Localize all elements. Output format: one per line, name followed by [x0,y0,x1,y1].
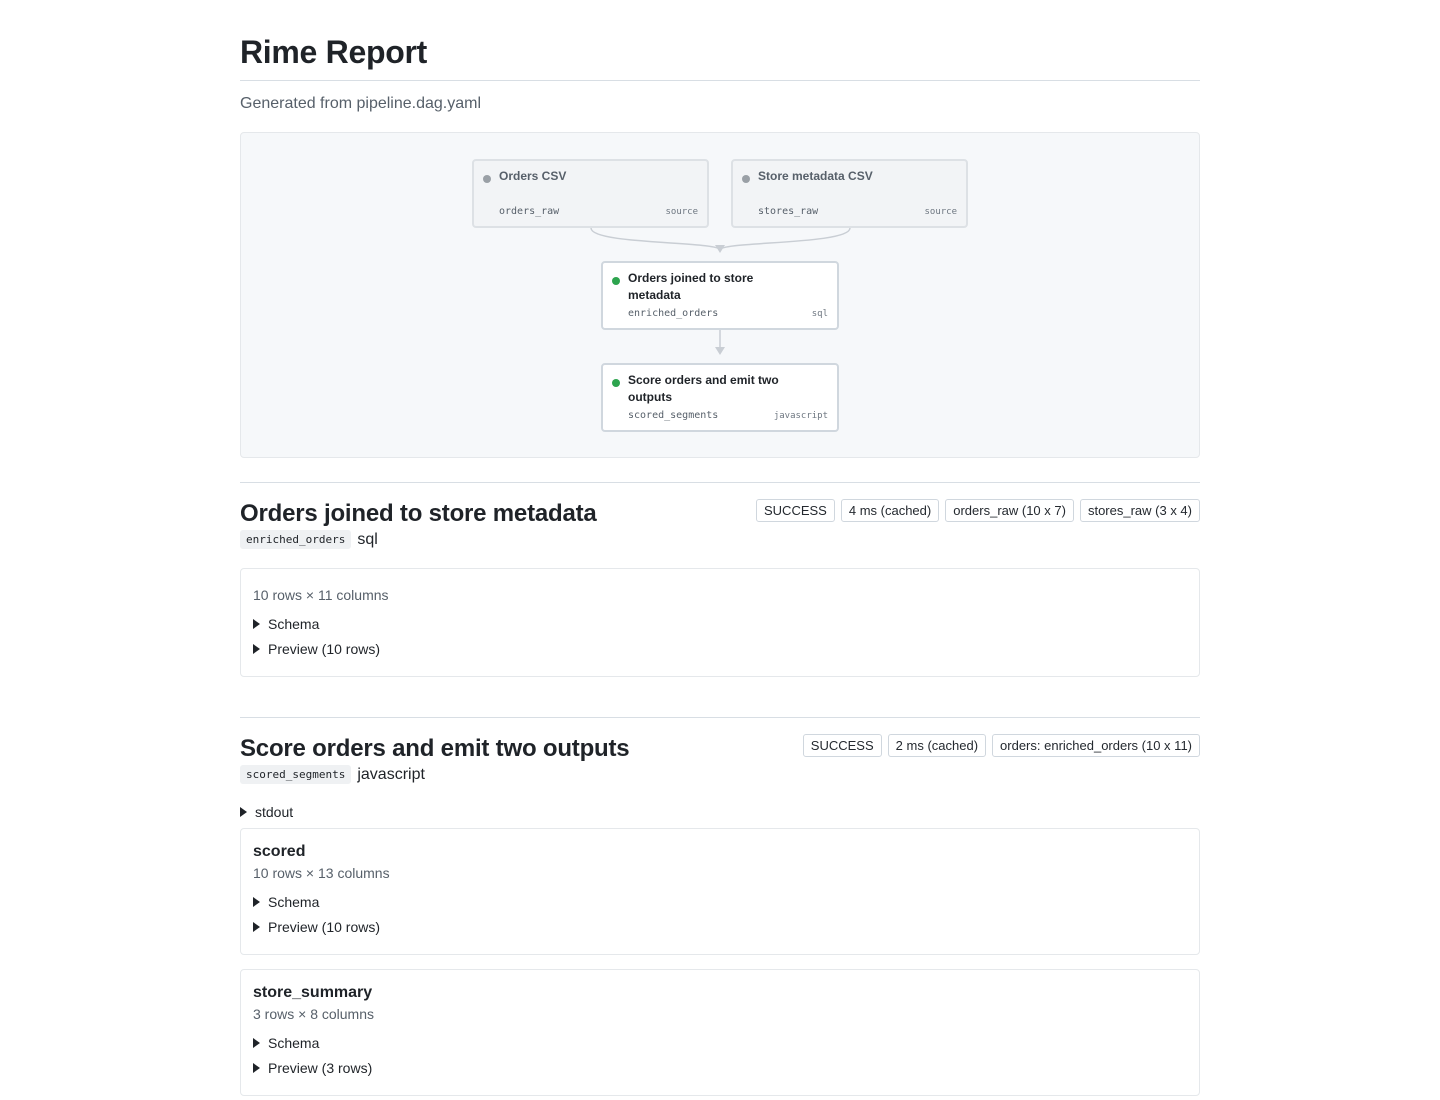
input-badge: orders: enriched_orders (10 x 11) [992,734,1200,757]
schema-toggle[interactable]: Schema [253,893,319,911]
output-name: store_summary [253,984,373,1001]
step-badges: SUCCESS 4 ms (cached) orders_raw (10 x 7… [756,499,1200,522]
node-label: Score orders and emit two outputs [628,373,779,404]
node-kind: javascript [773,411,828,421]
dag-diagram: Orders CSV orders_raw source Store metad… [240,132,1200,458]
node-label: Orders joined to store metadata [628,271,754,302]
schema-label: Schema [268,1035,320,1051]
preview-label: Preview (3 rows) [268,1060,373,1076]
edge-stores-to-enriched [719,227,851,251]
caret-right-icon [253,644,260,654]
dag-node-enriched-orders[interactable]: Orders joined to store metadata enriched… [601,261,839,330]
output-name: scored [253,843,306,860]
node-kind: source [665,207,698,217]
node-id: enriched_orders [628,308,719,319]
step-kind: javascript [357,765,425,783]
page-subtitle: Generated from pipeline.dag.yaml [240,95,482,112]
stdout-toggle[interactable]: stdout [240,803,293,821]
step-meta: scored_segments javascript [240,765,425,784]
timing-badge: 4 ms (cached) [840,499,940,522]
caret-right-icon [253,1063,260,1073]
caret-right-icon [240,807,247,817]
status-dot-icon [612,379,620,387]
dag-node-scored-segments[interactable]: Score orders and emit two outputs scored… [601,363,839,432]
preview-label: Preview (10 rows) [268,641,381,657]
output-shape: 10 rows × 11 columns [253,587,389,603]
output-card-scored: scored 10 rows × 13 columns Schema Previ… [240,828,1200,955]
schema-toggle[interactable]: Schema [253,1034,319,1052]
arrow-into-scored [715,347,725,355]
step-kind: sql [357,530,378,548]
node-kind: source [924,207,957,217]
step-meta: enriched_orders sql [240,530,378,549]
step-badges: SUCCESS 2 ms (cached) orders: enriched_o… [802,734,1200,757]
preview-toggle[interactable]: Preview (10 rows) [253,640,380,658]
output-shape: 3 rows × 8 columns [253,1006,374,1022]
timing-badge: 2 ms (cached) [887,734,987,757]
schema-toggle[interactable]: Schema [253,615,319,633]
preview-toggle[interactable]: Preview (10 rows) [253,918,380,936]
dag-node-stores-raw[interactable]: Store metadata CSV stores_raw source [731,159,968,228]
node-id: stores_raw [758,206,819,217]
caret-right-icon [253,1038,260,1048]
section-divider [240,717,1200,718]
page-title: Rime Report [240,34,427,70]
caret-right-icon [253,619,260,629]
arrow-into-enriched [715,245,725,253]
input-badge: stores_raw (3 x 4) [1079,499,1200,522]
schema-label: Schema [268,894,320,910]
step-title: Score orders and emit two outputs [240,735,630,762]
input-badge: orders_raw (10 x 7) [945,499,1074,522]
step-title: Orders joined to store metadata [240,500,597,527]
node-label: Orders CSV [499,169,567,183]
node-kind: sql [811,309,828,319]
output-card: 10 rows × 11 columns Schema Preview (10 … [240,568,1200,677]
node-id: orders_raw [499,206,560,217]
output-shape: 10 rows × 13 columns [253,865,390,881]
preview-label: Preview (10 rows) [268,919,381,935]
preview-toggle[interactable]: Preview (3 rows) [253,1059,372,1077]
status-badge: SUCCESS [756,499,835,522]
schema-label: Schema [268,616,320,632]
caret-right-icon [253,922,260,932]
step-id: enriched_orders [240,530,352,549]
output-card-store-summary: store_summary 3 rows × 8 columns Schema … [240,969,1200,1096]
caret-right-icon [253,897,260,907]
node-label: Store metadata CSV [758,169,873,183]
step-id: scored_segments [240,765,352,784]
stdout-label: stdout [255,804,294,820]
section-divider [240,482,1200,483]
edge-orders-to-enriched [590,227,721,251]
node-id: scored_segments [628,410,719,421]
status-badge: SUCCESS [802,734,882,757]
status-dot-icon [612,277,620,285]
dag-node-orders-raw[interactable]: Orders CSV orders_raw source [472,159,709,228]
title-divider [240,80,1200,81]
status-dot-icon [742,175,750,183]
status-dot-icon [483,175,491,183]
